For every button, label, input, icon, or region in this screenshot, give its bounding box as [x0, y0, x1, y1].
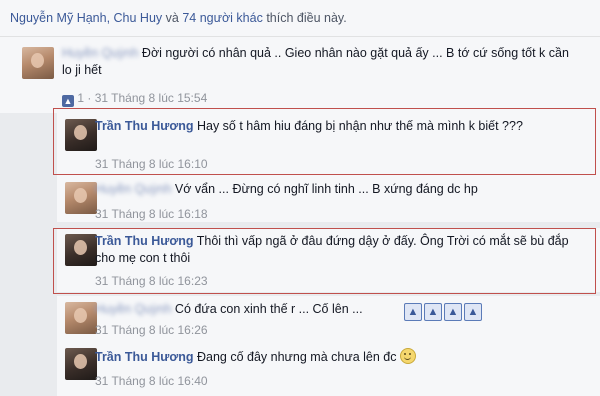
likes-summary: Nguyễn Mỹ Hạnh, Chu Huy và 74 người khác… [10, 11, 347, 25]
comment-timestamp[interactable]: 31 Tháng 8 lúc 15:54 [95, 91, 208, 105]
smile-emoji-icon [399, 348, 416, 364]
likes-others-link[interactable]: 74 người khác [182, 11, 263, 25]
liker-names-link[interactable]: Nguyễn Mỹ Hạnh, Chu Huy [10, 11, 162, 25]
thumbs-up-icon[interactable]: ▲ [464, 303, 482, 321]
comment-like-count: 1 [77, 91, 85, 105]
comment-timestamp[interactable]: 31 Tháng 8 lúc 16:18 [95, 207, 208, 221]
avatar[interactable] [65, 182, 97, 214]
thumbs-up-icon[interactable]: ▲ [444, 303, 462, 321]
highlight-box [53, 108, 596, 175]
reply-comment: Trần Thu Hương Đang cố đây nhưng mà chưa… [57, 342, 600, 396]
comment-author[interactable]: Huyền Quỳnh [95, 302, 171, 316]
avatar[interactable] [65, 302, 97, 334]
comment-author[interactable]: Trần Thu Hương [95, 350, 194, 364]
reply-comment: Huyền Quỳnh Vớ vẩn ... Đừng có nghĩ linh… [57, 176, 600, 222]
thumbs-up-icon[interactable]: ▲ [424, 303, 442, 321]
reply-comment: Huyền Quỳnh Có đứa con xinh thế r ... Cố… [57, 296, 600, 342]
comment-author[interactable]: Huyền Quỳnh [62, 46, 138, 60]
comment-1: Huyền Quỳnh Đời người có nhân quả .. Gie… [0, 37, 600, 113]
comment-meta: ▲ 1 · 31 Tháng 8 lúc 15:54 [62, 91, 208, 107]
thumbs-up-icon[interactable]: ▲ [404, 303, 422, 321]
comment-timestamp[interactable]: 31 Tháng 8 lúc 16:40 [95, 374, 208, 388]
reaction-icons: ▲ ▲ ▲ ▲ [404, 303, 484, 321]
likes-and-text: và [165, 11, 179, 25]
likes-summary-bar: Nguyễn Mỹ Hạnh, Chu Huy và 74 người khác… [0, 0, 600, 37]
comment-text: Đang cố đây nhưng mà chưa lên đc [196, 350, 397, 364]
comment-text: Vớ vẩn ... Đừng có nghĩ linh tinh ... B … [174, 182, 478, 196]
highlight-box [53, 228, 596, 294]
avatar[interactable] [22, 47, 54, 79]
likes-suffix: thích điều này. [266, 11, 347, 25]
avatar[interactable] [65, 348, 97, 380]
comment-timestamp[interactable]: 31 Tháng 8 lúc 16:26 [95, 323, 208, 337]
comment-author[interactable]: Huyền Quỳnh [95, 182, 171, 196]
comment-text: Đời người có nhân quả .. Gieo nhân nào g… [62, 46, 569, 77]
comment-text: Có đứa con xinh thế r ... Cố lên ... [174, 302, 363, 316]
thumbs-up-icon[interactable]: ▲ [62, 95, 74, 107]
